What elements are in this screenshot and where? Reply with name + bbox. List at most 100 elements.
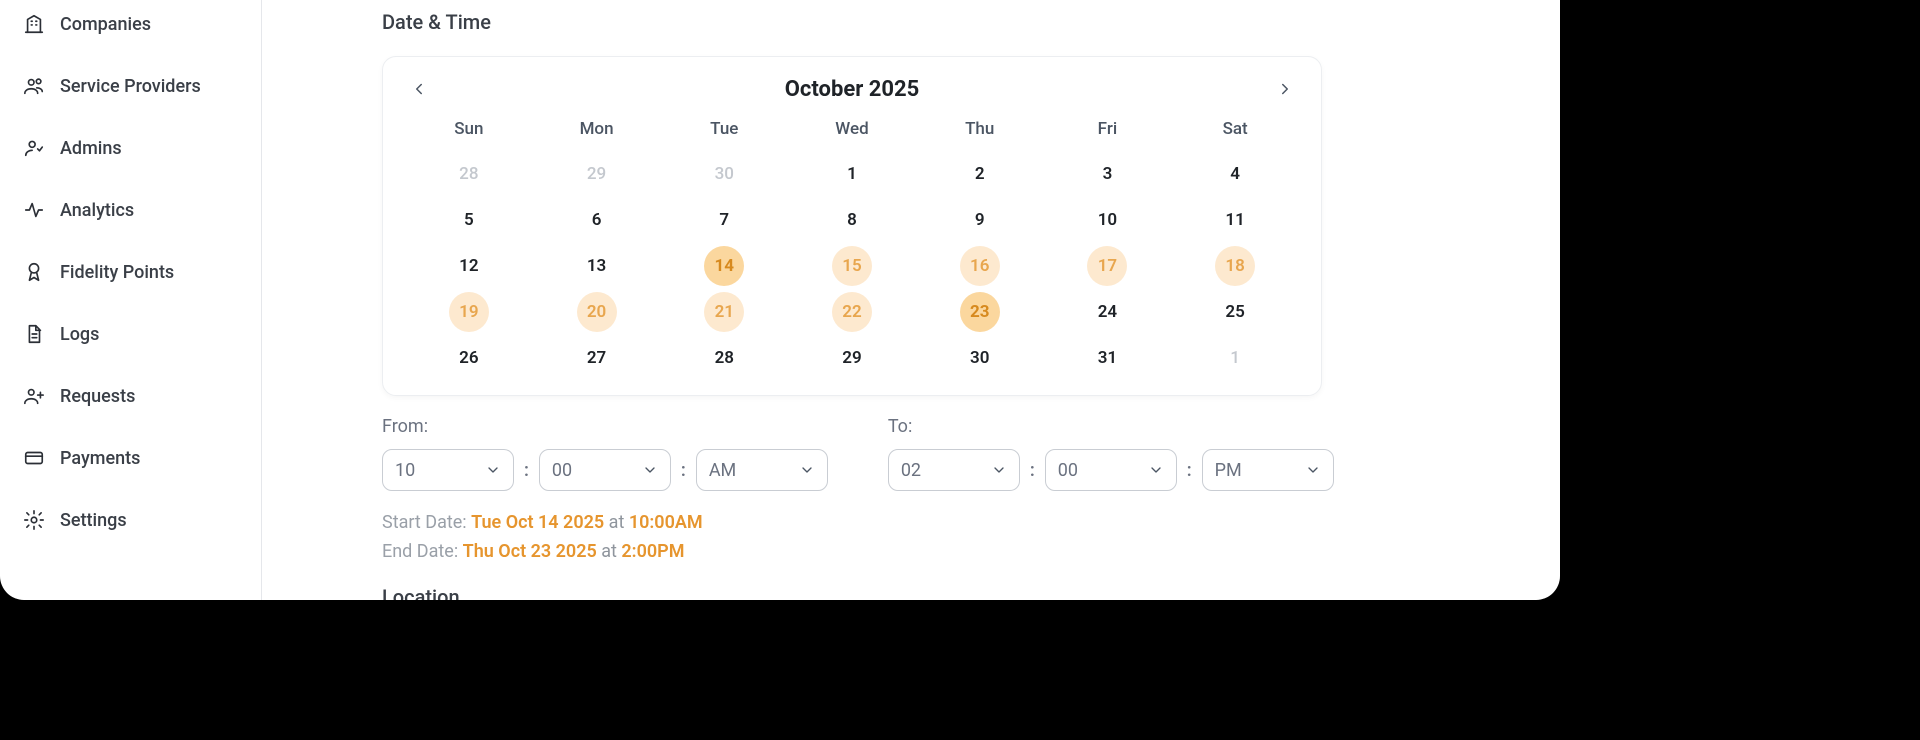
calendar-day[interactable]: 8 — [788, 197, 916, 243]
calendar-day[interactable]: 19 — [405, 289, 533, 335]
weekday-label: Fri — [1044, 113, 1172, 151]
main-content: Date & Time October 2025 Sun Mon Tue Wed… — [262, 0, 1560, 600]
sidebar-item-label: Payments — [60, 448, 140, 469]
calendar-next-button[interactable] — [1271, 75, 1299, 103]
sidebar-item-payments[interactable]: Payments — [0, 440, 261, 476]
calendar-day[interactable]: 21 — [660, 289, 788, 335]
activity-icon — [22, 198, 46, 222]
calendar-day[interactable]: 4 — [1171, 151, 1299, 197]
calendar-day[interactable]: 1 — [1171, 335, 1299, 381]
sidebar-item-logs[interactable]: Logs — [0, 316, 261, 352]
time-separator: : — [681, 460, 686, 481]
sidebar-item-service-providers[interactable]: Service Providers — [0, 68, 261, 104]
chevron-down-icon — [1305, 462, 1321, 478]
sidebar-item-admins[interactable]: Admins — [0, 130, 261, 166]
weekday-label: Thu — [916, 113, 1044, 151]
calendar-day[interactable]: 17 — [1044, 243, 1172, 289]
sidebar-item-label: Settings — [60, 510, 127, 531]
calendar-day[interactable]: 30 — [660, 151, 788, 197]
from-period-value: AM — [709, 460, 736, 481]
calendar-day[interactable]: 25 — [1171, 289, 1299, 335]
time-separator: : — [524, 460, 529, 481]
sidebar: Companies Service Providers Admins Analy… — [0, 0, 262, 600]
start-time-value: 10:00AM — [629, 512, 703, 533]
calendar-card: October 2025 Sun Mon Tue Wed Thu Fri Sat… — [382, 56, 1322, 396]
calendar-day[interactable]: 9 — [916, 197, 1044, 243]
time-separator: : — [1030, 460, 1035, 481]
from-minute-value: 00 — [552, 460, 572, 481]
to-period-select[interactable]: PM — [1202, 449, 1334, 491]
weekday-label: Sun — [405, 113, 533, 151]
calendar-day[interactable]: 2 — [916, 151, 1044, 197]
weekday-label: Tue — [660, 113, 788, 151]
sidebar-item-requests[interactable]: Requests — [0, 378, 261, 414]
from-minute-select[interactable]: 00 — [539, 449, 671, 491]
start-date-label: Start Date: — [382, 512, 471, 533]
sidebar-item-settings[interactable]: Settings — [0, 502, 261, 538]
chevron-down-icon — [642, 462, 658, 478]
start-at-text: at — [604, 512, 629, 533]
calendar-day[interactable]: 30 — [916, 335, 1044, 381]
sidebar-item-companies[interactable]: Companies — [0, 6, 261, 42]
calendar-day[interactable]: 18 — [1171, 243, 1299, 289]
user-plus-icon — [22, 384, 46, 408]
sidebar-item-label: Service Providers — [60, 76, 201, 97]
credit-card-icon — [22, 446, 46, 470]
users-icon — [22, 74, 46, 98]
calendar-day[interactable]: 11 — [1171, 197, 1299, 243]
calendar-day[interactable]: 24 — [1044, 289, 1172, 335]
calendar-day[interactable]: 3 — [1044, 151, 1172, 197]
to-hour-value: 02 — [901, 460, 921, 481]
end-at-text: at — [597, 541, 622, 562]
chevron-right-icon — [1276, 80, 1294, 98]
time-from-label: From: — [382, 416, 828, 437]
date-summary: Start Date: Tue Oct 14 2025 at 10:00AM E… — [382, 509, 1520, 567]
calendar-day[interactable]: 22 — [788, 289, 916, 335]
sidebar-item-label: Fidelity Points — [60, 262, 174, 283]
calendar-day[interactable]: 6 — [533, 197, 661, 243]
calendar-day[interactable]: 13 — [533, 243, 661, 289]
to-minute-value: 00 — [1058, 460, 1078, 481]
calendar-day[interactable]: 26 — [405, 335, 533, 381]
calendar-day[interactable]: 16 — [916, 243, 1044, 289]
calendar-day[interactable]: 14 — [660, 243, 788, 289]
user-admin-icon — [22, 136, 46, 160]
calendar-day[interactable]: 10 — [1044, 197, 1172, 243]
calendar-day[interactable]: 29 — [533, 151, 661, 197]
calendar-prev-button[interactable] — [405, 75, 433, 103]
calendar-day[interactable]: 12 — [405, 243, 533, 289]
calendar-day[interactable]: 1 — [788, 151, 916, 197]
calendar-body: 2829301234567891011121314151617181920212… — [405, 151, 1299, 381]
calendar-day[interactable]: 31 — [1044, 335, 1172, 381]
chevron-down-icon — [485, 462, 501, 478]
from-period-select[interactable]: AM — [696, 449, 828, 491]
time-to-group: To: 02 : 00 : PM — [888, 416, 1334, 491]
sidebar-item-label: Logs — [60, 324, 99, 345]
to-hour-select[interactable]: 02 — [888, 449, 1020, 491]
calendar-day[interactable]: 5 — [405, 197, 533, 243]
calendar-day[interactable]: 29 — [788, 335, 916, 381]
end-date-label: End Date: — [382, 541, 463, 562]
calendar-day[interactable]: 20 — [533, 289, 661, 335]
sidebar-item-label: Requests — [60, 386, 135, 407]
chevron-left-icon — [410, 80, 428, 98]
from-hour-select[interactable]: 10 — [382, 449, 514, 491]
weekday-label: Sat — [1171, 113, 1299, 151]
to-minute-select[interactable]: 00 — [1045, 449, 1177, 491]
from-hour-value: 10 — [395, 460, 415, 481]
time-separator: : — [1187, 460, 1192, 481]
award-icon — [22, 260, 46, 284]
gear-icon — [22, 508, 46, 532]
sidebar-item-label: Analytics — [60, 200, 134, 221]
calendar-day[interactable]: 23 — [916, 289, 1044, 335]
sidebar-item-fidelity-points[interactable]: Fidelity Points — [0, 254, 261, 290]
calendar-day[interactable]: 28 — [405, 151, 533, 197]
calendar-day[interactable]: 7 — [660, 197, 788, 243]
sidebar-item-analytics[interactable]: Analytics — [0, 192, 261, 228]
start-date-value: Tue Oct 14 2025 — [471, 512, 604, 533]
section-title-date-time: Date & Time — [382, 10, 1520, 34]
calendar-day[interactable]: 15 — [788, 243, 916, 289]
chevron-down-icon — [991, 462, 1007, 478]
calendar-day[interactable]: 28 — [660, 335, 788, 381]
calendar-day[interactable]: 27 — [533, 335, 661, 381]
